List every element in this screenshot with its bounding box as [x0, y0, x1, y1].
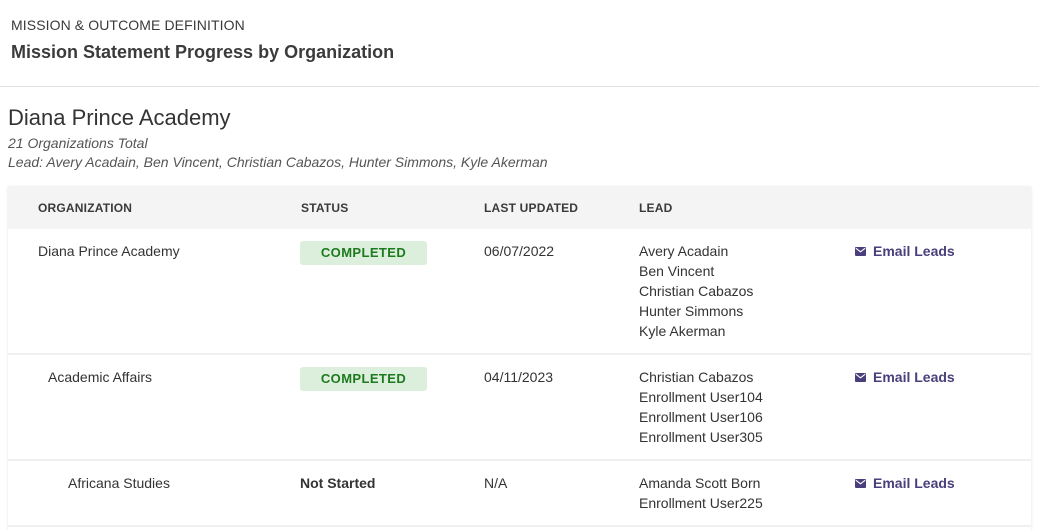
column-header-organization: ORGANIZATION: [38, 201, 133, 215]
email-leads-label: Email Leads: [873, 475, 955, 491]
organization-name: Diana Prince Academy: [8, 105, 231, 130]
organization-leads: Lead: Avery Acadain, Ben Vincent, Christ…: [8, 154, 548, 170]
row-last-updated: 04/11/2023: [484, 369, 554, 385]
section-eyebrow: MISSION & OUTCOME DEFINITION: [11, 17, 245, 33]
column-header-status: STATUS: [301, 201, 349, 215]
lead-name: Enrollment User305: [639, 429, 763, 445]
email-leads-button[interactable]: Email Leads: [855, 475, 955, 491]
lead-name: Enrollment User104: [639, 389, 763, 405]
lead-name: Hunter Simmons: [639, 303, 744, 319]
envelope-icon: [855, 478, 866, 488]
table-row: Diana Prince Academy COMPLETED 06/07/202…: [8, 229, 1031, 353]
envelope-icon: [855, 372, 866, 382]
table-header: ORGANIZATION STATUS LAST UPDATED LEAD: [8, 186, 1031, 229]
lead-name: Christian Cabazos: [639, 369, 754, 385]
table-row: Academic Affairs COMPLETED 04/11/2023 Ch…: [8, 355, 1031, 459]
lead-name: Ben Vincent: [639, 263, 715, 279]
table-row: Africana Studies Not Started N/A Amanda …: [8, 461, 1031, 525]
lead-name: Kyle Akerman: [639, 323, 726, 339]
status-text: Not Started: [300, 475, 376, 491]
envelope-icon: [855, 246, 866, 256]
organization-total: 21 Organizations Total: [8, 135, 148, 151]
status-badge: COMPLETED: [300, 367, 427, 391]
email-leads-button[interactable]: Email Leads: [855, 369, 955, 385]
row-organization: Academic Affairs: [48, 369, 153, 385]
column-header-lead: LEAD: [639, 201, 673, 215]
email-leads-button[interactable]: Email Leads: [855, 243, 955, 259]
row-last-updated: 06/07/2022: [484, 243, 555, 259]
email-leads-label: Email Leads: [873, 369, 955, 385]
row-lead-list: Christian Cabazos Enrollment User104 Enr…: [639, 367, 763, 447]
row-lead-list: Avery Acadain Ben Vincent Christian Caba…: [639, 241, 753, 341]
page-title: Mission Statement Progress by Organizati…: [11, 42, 395, 62]
lead-name: Avery Acadain: [639, 243, 729, 259]
lead-name: Christian Cabazos: [639, 283, 754, 299]
row-organization: Africana Studies: [68, 475, 170, 491]
row-organization: Diana Prince Academy: [38, 243, 180, 259]
lead-name: Enrollment User225: [639, 495, 763, 511]
lead-name: Enrollment User106: [639, 409, 763, 425]
lead-name: Amanda Scott Born: [639, 475, 761, 491]
row-lead-list: Amanda Scott Born Enrollment User225: [639, 473, 763, 513]
column-header-last-updated: LAST UPDATED: [484, 201, 579, 215]
page-header: MISSION & OUTCOME DEFINITION Mission Sta…: [0, 0, 1039, 87]
progress-table: ORGANIZATION STATUS LAST UPDATED LEAD Di…: [8, 186, 1031, 530]
status-badge: COMPLETED: [300, 241, 427, 265]
row-last-updated: N/A: [484, 475, 508, 491]
email-leads-label: Email Leads: [873, 243, 955, 259]
